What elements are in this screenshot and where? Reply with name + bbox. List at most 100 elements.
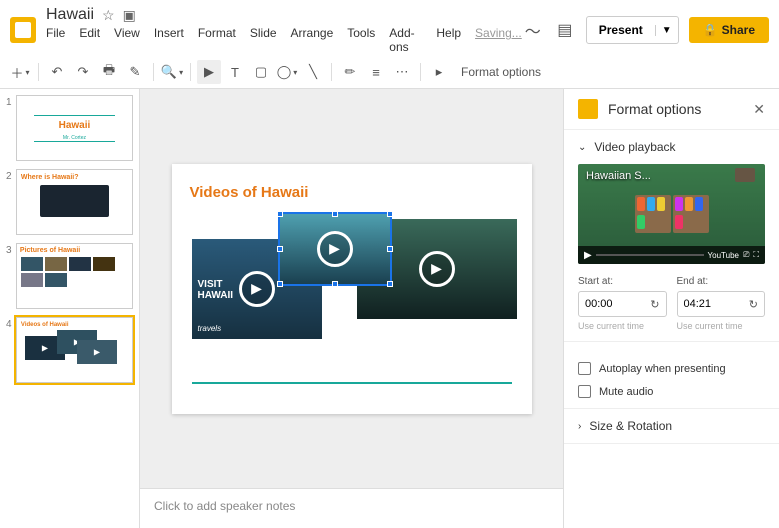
video-1-overlay: VISITHAWAII: [198, 279, 234, 301]
lock-icon: 🔒: [703, 23, 718, 37]
format-options-button[interactable]: Format options: [453, 65, 549, 79]
autoplay-label: Autoplay when presenting: [599, 363, 726, 375]
speaker-notes[interactable]: Click to add speaker notes: [140, 488, 563, 528]
zoom-button[interactable]: 🔍: [160, 60, 184, 84]
menu-slide[interactable]: Slide: [250, 26, 277, 54]
fullscreen-icon[interactable]: ⛶: [753, 250, 759, 260]
slide-thumbnails: 1 Hawaii Mr. Cortez 2 Where is Hawaii? 3…: [0, 89, 140, 528]
chevron-down-icon: ⌄: [578, 142, 586, 153]
video-playback-label: Video playback: [594, 140, 675, 154]
format-panel-icon: [578, 99, 598, 119]
motion-tool[interactable]: ▸: [427, 60, 451, 84]
print-button[interactable]: 🖶: [97, 60, 121, 84]
autoplay-checkbox[interactable]: [578, 362, 591, 375]
resize-handle[interactable]: [387, 211, 393, 217]
video-preview[interactable]: Hawaiian S... ▶ YouTube ⎚ ⛶: [578, 164, 765, 264]
video-1-caption: travels: [198, 324, 222, 333]
resize-handle[interactable]: [277, 246, 283, 252]
slide-underline: [192, 382, 512, 384]
line-color-tool[interactable]: ✏: [338, 60, 362, 84]
thumb-number: 1: [6, 95, 16, 161]
end-hint[interactable]: Use current time: [677, 321, 766, 331]
canvas-area: Videos of Hawaii ▶ VISITHAWAII travels ▶…: [140, 89, 564, 528]
format-options-panel: Format options ✕ ⌄ Video playback Hawaii…: [564, 89, 779, 528]
size-rotation-section-toggle[interactable]: › Size & Rotation: [578, 419, 765, 433]
share-label: Share: [722, 23, 755, 37]
line-dash-tool[interactable]: ⋯: [390, 60, 414, 84]
menu-file[interactable]: File: [46, 26, 65, 54]
close-panel-icon[interactable]: ✕: [753, 101, 765, 118]
start-hint[interactable]: Use current time: [578, 321, 667, 331]
menu-arrange[interactable]: Arrange: [291, 26, 334, 54]
resize-handle[interactable]: [387, 281, 393, 287]
preview-foot: [735, 168, 755, 182]
menu-bar: File Edit View Insert Format Slide Arran…: [46, 26, 522, 54]
app-header: Hawaii ☆ ▣ File Edit View Insert Format …: [0, 0, 779, 56]
line-weight-tool[interactable]: ≡: [364, 60, 388, 84]
thumb-1-title: Hawaii: [59, 120, 91, 131]
thumb-2-title: Where is Hawaii?: [17, 170, 132, 185]
menu-view[interactable]: View: [114, 26, 140, 54]
comments-icon[interactable]: ▤: [554, 19, 576, 41]
star-icon[interactable]: ☆: [102, 7, 115, 24]
video-playback-section-toggle[interactable]: ⌄ Video playback: [578, 140, 765, 154]
thumb-number: 2: [6, 169, 16, 235]
main-area: 1 Hawaii Mr. Cortez 2 Where is Hawaii? 3…: [0, 89, 779, 528]
menu-edit[interactable]: Edit: [79, 26, 100, 54]
menu-insert[interactable]: Insert: [154, 26, 184, 54]
preview-progress[interactable]: [596, 254, 704, 256]
menu-tools[interactable]: Tools: [347, 26, 375, 54]
mute-checkbox[interactable]: [578, 385, 591, 398]
thumb-4-title: Videos of Hawaii: [17, 318, 132, 330]
start-at-input[interactable]: [579, 298, 644, 310]
saving-status: Saving...: [475, 26, 522, 54]
menu-format[interactable]: Format: [198, 26, 236, 54]
play-icon: ▶: [239, 271, 275, 307]
thumb-number: 3: [6, 243, 16, 309]
new-slide-button[interactable]: ＋: [8, 60, 32, 84]
app-logo-icon: [10, 17, 36, 43]
present-dropdown-icon[interactable]: ▼: [655, 25, 678, 36]
menu-help[interactable]: Help: [436, 26, 461, 54]
resize-handle[interactable]: [332, 281, 338, 287]
share-button[interactable]: 🔒 Share: [689, 17, 769, 43]
start-refresh-icon[interactable]: ↻: [644, 298, 665, 311]
slide-title[interactable]: Videos of Hawaii: [172, 164, 532, 201]
resize-handle[interactable]: [277, 211, 283, 217]
undo-button[interactable]: ↶: [45, 60, 69, 84]
play-icon: ▶: [419, 251, 455, 287]
move-folder-icon[interactable]: ▣: [123, 7, 136, 24]
thumb-number: 4: [6, 317, 16, 383]
present-button[interactable]: Present ▼: [586, 16, 679, 44]
slide-canvas[interactable]: Videos of Hawaii ▶ VISITHAWAII travels ▶…: [172, 164, 532, 414]
slide-thumb-4[interactable]: Videos of Hawaii: [16, 317, 133, 383]
thumb-3-title: Pictures of Hawaii: [17, 244, 132, 257]
textbox-tool[interactable]: T: [223, 60, 247, 84]
redo-button[interactable]: ↷: [71, 60, 95, 84]
resize-handle[interactable]: [277, 281, 283, 287]
line-tool[interactable]: ╲: [301, 60, 325, 84]
activity-icon[interactable]: 〜: [522, 19, 544, 41]
end-refresh-icon[interactable]: ↻: [743, 298, 764, 311]
select-tool[interactable]: ▶: [197, 60, 221, 84]
end-at-label: End at:: [677, 276, 766, 287]
size-rotation-label: Size & Rotation: [589, 419, 672, 433]
doc-title[interactable]: Hawaii: [46, 6, 94, 24]
paint-format-button[interactable]: ✎: [123, 60, 147, 84]
video-object-2-selected[interactable]: ▶: [280, 214, 390, 284]
slide-thumb-1[interactable]: Hawaii Mr. Cortez: [16, 95, 133, 161]
slide-thumb-3[interactable]: Pictures of Hawaii: [16, 243, 133, 309]
shape-tool[interactable]: ◯: [275, 60, 299, 84]
toolbar: ＋ ↶ ↷ 🖶 ✎ 🔍 ▶ T ▢ ◯ ╲ ✏ ≡ ⋯ ▸ Format opt…: [0, 56, 779, 89]
end-at-input[interactable]: [678, 298, 743, 310]
start-at-label: Start at:: [578, 276, 667, 287]
preview-play-icon[interactable]: ▶: [584, 250, 592, 261]
resize-handle[interactable]: [387, 246, 393, 252]
youtube-label: YouTube: [708, 251, 739, 260]
menu-addons[interactable]: Add-ons: [389, 26, 422, 54]
resize-handle[interactable]: [332, 211, 338, 217]
mute-label: Mute audio: [599, 386, 653, 398]
cast-icon[interactable]: ⎚: [743, 250, 749, 260]
slide-thumb-2[interactable]: Where is Hawaii?: [16, 169, 133, 235]
image-tool[interactable]: ▢: [249, 60, 273, 84]
